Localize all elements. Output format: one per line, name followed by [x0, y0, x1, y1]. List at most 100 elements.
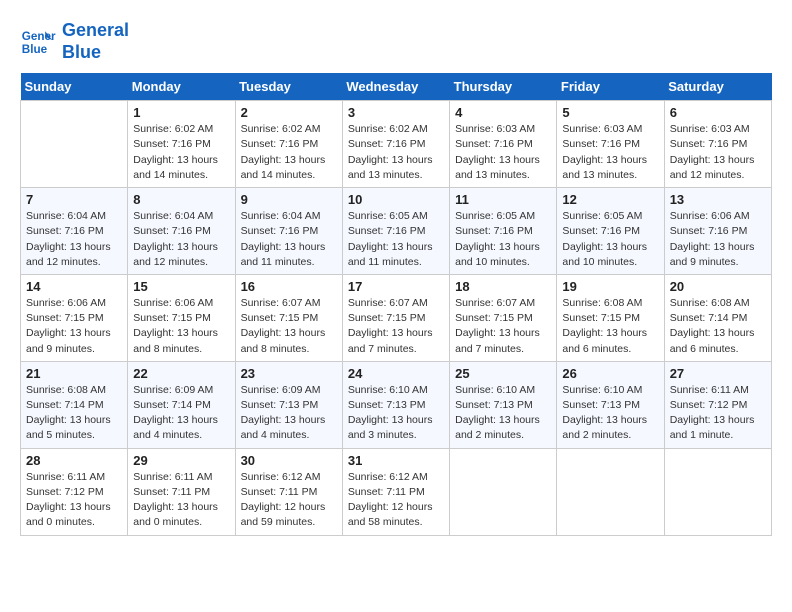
calendar-table: SundayMondayTuesdayWednesdayThursdayFrid…	[20, 73, 772, 535]
day-info: Sunrise: 6:07 AMSunset: 7:15 PMDaylight:…	[455, 296, 551, 357]
svg-text:General: General	[22, 30, 56, 43]
day-number: 23	[241, 366, 337, 381]
day-number: 2	[241, 105, 337, 120]
day-info: Sunrise: 6:05 AMSunset: 7:16 PMDaylight:…	[348, 209, 444, 270]
calendar-cell: 25 Sunrise: 6:10 AMSunset: 7:13 PMDayligh…	[450, 361, 557, 448]
calendar-cell: 12 Sunrise: 6:05 AMSunset: 7:16 PMDayligh…	[557, 188, 664, 275]
day-number: 3	[348, 105, 444, 120]
calendar-cell: 31 Sunrise: 6:12 AMSunset: 7:11 PMDayligh…	[342, 448, 449, 535]
day-number: 6	[670, 105, 766, 120]
calendar-cell: 17Sunrise: 6:07 AMSunset: 7:15 PMDayligh…	[342, 274, 449, 361]
day-info: Sunrise: 6:04 AMSunset: 7:16 PMDaylight:…	[26, 209, 122, 270]
day-number: 21	[26, 366, 122, 381]
calendar-cell: 20Sunrise: 6:08 AMSunset: 7:14 PMDayligh…	[664, 274, 771, 361]
day-number: 28	[26, 453, 122, 468]
day-number: 14	[26, 279, 122, 294]
day-number: 11	[455, 192, 551, 207]
day-number: 19	[562, 279, 658, 294]
day-info: Sunrise: 6:05 AMSunset: 7:16 PMDaylight:…	[455, 209, 551, 270]
calendar-cell: 27 Sunrise: 6:11 AMSunset: 7:12 PMDayligh…	[664, 361, 771, 448]
day-info: Sunrise: 6:11 AMSunset: 7:12 PMDaylight:…	[26, 470, 122, 531]
header-saturday: Saturday	[664, 73, 771, 101]
day-info: Sunrise: 6:10 AMSunset: 7:13 PMDaylight:…	[455, 383, 551, 444]
day-info: Sunrise: 6:08 AMSunset: 7:14 PMDaylight:…	[26, 383, 122, 444]
day-info: Sunrise: 6:06 AMSunset: 7:15 PMDaylight:…	[133, 296, 229, 357]
day-number: 1	[133, 105, 229, 120]
calendar-cell	[450, 448, 557, 535]
calendar-cell: 29 Sunrise: 6:11 AMSunset: 7:11 PMDayligh…	[128, 448, 235, 535]
day-number: 26	[562, 366, 658, 381]
day-info: Sunrise: 6:05 AMSunset: 7:16 PMDaylight:…	[562, 209, 658, 270]
calendar-cell: 15 Sunrise: 6:06 AMSunset: 7:15 PMDayligh…	[128, 274, 235, 361]
day-number: 24	[348, 366, 444, 381]
day-number: 16	[241, 279, 337, 294]
day-info: Sunrise: 6:09 AMSunset: 7:13 PMDaylight:…	[241, 383, 337, 444]
calendar-week-3: 14 Sunrise: 6:06 AMSunset: 7:15 PMDayligh…	[21, 274, 772, 361]
day-number: 12	[562, 192, 658, 207]
page-header: General Blue General Blue	[20, 20, 772, 63]
calendar-cell: 13 Sunrise: 6:06 AMSunset: 7:16 PMDayligh…	[664, 188, 771, 275]
calendar-week-1: 1 Sunrise: 6:02 AMSunset: 7:16 PMDaylight…	[21, 101, 772, 188]
day-number: 7	[26, 192, 122, 207]
day-info: Sunrise: 6:08 AMSunset: 7:15 PMDaylight:…	[562, 296, 658, 357]
header-wednesday: Wednesday	[342, 73, 449, 101]
calendar-cell	[664, 448, 771, 535]
day-number: 10	[348, 192, 444, 207]
calendar-cell	[21, 101, 128, 188]
calendar-week-2: 7 Sunrise: 6:04 AMSunset: 7:16 PMDaylight…	[21, 188, 772, 275]
day-info: Sunrise: 6:03 AMSunset: 7:16 PMDaylight:…	[455, 122, 551, 183]
day-info: Sunrise: 6:02 AMSunset: 7:16 PMDaylight:…	[241, 122, 337, 183]
day-number: 20	[670, 279, 766, 294]
day-info: Sunrise: 6:03 AMSunset: 7:16 PMDaylight:…	[670, 122, 766, 183]
calendar-cell: 26Sunrise: 6:10 AMSunset: 7:13 PMDayligh…	[557, 361, 664, 448]
day-info: Sunrise: 6:02 AMSunset: 7:16 PMDaylight:…	[348, 122, 444, 183]
header-thursday: Thursday	[450, 73, 557, 101]
calendar-cell: 24 Sunrise: 6:10 AMSunset: 7:13 PMDayligh…	[342, 361, 449, 448]
calendar-cell: 1Sunrise: 6:02 AMSunset: 7:16 PMDaylight…	[128, 101, 235, 188]
svg-text:Blue: Blue	[22, 42, 48, 55]
calendar-cell: 30 Sunrise: 6:12 AMSunset: 7:11 PMDayligh…	[235, 448, 342, 535]
day-info: Sunrise: 6:06 AMSunset: 7:16 PMDaylight:…	[670, 209, 766, 270]
calendar-cell: 7 Sunrise: 6:04 AMSunset: 7:16 PMDaylight…	[21, 188, 128, 275]
calendar-cell: 16Sunrise: 6:07 AMSunset: 7:15 PMDayligh…	[235, 274, 342, 361]
day-number: 13	[670, 192, 766, 207]
header-monday: Monday	[128, 73, 235, 101]
calendar-header-row: SundayMondayTuesdayWednesdayThursdayFrid…	[21, 73, 772, 101]
day-number: 15	[133, 279, 229, 294]
calendar-cell: 11 Sunrise: 6:05 AMSunset: 7:16 PMDayligh…	[450, 188, 557, 275]
day-info: Sunrise: 6:07 AMSunset: 7:15 PMDaylight:…	[348, 296, 444, 357]
header-friday: Friday	[557, 73, 664, 101]
calendar-cell: 21 Sunrise: 6:08 AMSunset: 7:14 PMDayligh…	[21, 361, 128, 448]
day-info: Sunrise: 6:04 AMSunset: 7:16 PMDaylight:…	[133, 209, 229, 270]
calendar-cell	[557, 448, 664, 535]
calendar-cell: 4Sunrise: 6:03 AMSunset: 7:16 PMDaylight…	[450, 101, 557, 188]
day-info: Sunrise: 6:12 AMSunset: 7:11 PMDaylight:…	[241, 470, 337, 531]
calendar-week-5: 28 Sunrise: 6:11 AMSunset: 7:12 PMDayligh…	[21, 448, 772, 535]
header-sunday: Sunday	[21, 73, 128, 101]
calendar-cell: 6 Sunrise: 6:03 AMSunset: 7:16 PMDaylight…	[664, 101, 771, 188]
day-info: Sunrise: 6:11 AMSunset: 7:12 PMDaylight:…	[670, 383, 766, 444]
calendar-cell: 8 Sunrise: 6:04 AMSunset: 7:16 PMDaylight…	[128, 188, 235, 275]
day-info: Sunrise: 6:12 AMSunset: 7:11 PMDaylight:…	[348, 470, 444, 531]
day-number: 22	[133, 366, 229, 381]
calendar-cell: 9Sunrise: 6:04 AMSunset: 7:16 PMDaylight…	[235, 188, 342, 275]
day-info: Sunrise: 6:10 AMSunset: 7:13 PMDaylight:…	[348, 383, 444, 444]
calendar-cell: 2 Sunrise: 6:02 AMSunset: 7:16 PMDaylight…	[235, 101, 342, 188]
logo-text: General Blue	[62, 20, 129, 63]
logo-icon: General Blue	[20, 24, 56, 60]
calendar-cell: 3 Sunrise: 6:02 AMSunset: 7:16 PMDaylight…	[342, 101, 449, 188]
day-number: 27	[670, 366, 766, 381]
day-info: Sunrise: 6:06 AMSunset: 7:15 PMDaylight:…	[26, 296, 122, 357]
calendar-cell: 14 Sunrise: 6:06 AMSunset: 7:15 PMDayligh…	[21, 274, 128, 361]
day-number: 30	[241, 453, 337, 468]
day-number: 25	[455, 366, 551, 381]
logo: General Blue General Blue	[20, 20, 129, 63]
calendar-cell: 19 Sunrise: 6:08 AMSunset: 7:15 PMDayligh…	[557, 274, 664, 361]
day-info: Sunrise: 6:04 AMSunset: 7:16 PMDaylight:…	[241, 209, 337, 270]
day-number: 29	[133, 453, 229, 468]
day-number: 31	[348, 453, 444, 468]
day-info: Sunrise: 6:11 AMSunset: 7:11 PMDaylight:…	[133, 470, 229, 531]
day-number: 8	[133, 192, 229, 207]
calendar-cell: 10 Sunrise: 6:05 AMSunset: 7:16 PMDayligh…	[342, 188, 449, 275]
calendar-cell: 23 Sunrise: 6:09 AMSunset: 7:13 PMDayligh…	[235, 361, 342, 448]
